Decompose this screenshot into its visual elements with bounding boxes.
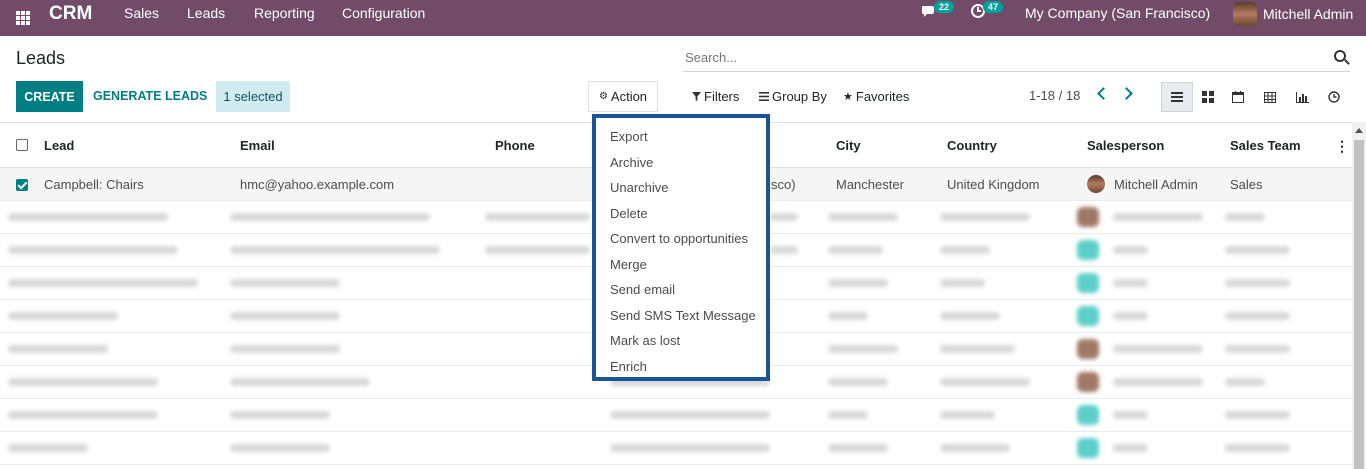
group-by-button[interactable]: Group By	[759, 89, 827, 104]
pager-value[interactable]: 1-18 / 18	[1029, 88, 1080, 103]
user-name: Mitchell Admin	[1263, 6, 1354, 22]
clock-icon	[1328, 91, 1340, 103]
menu-item-mark-lost[interactable]: Mark as lost	[610, 333, 680, 348]
calendar-view-button[interactable]	[1222, 82, 1254, 112]
sales-team-cell: Sales	[1230, 177, 1263, 192]
calendar-icon	[1232, 91, 1244, 103]
favorites-label: Favorites	[855, 89, 910, 104]
group-by-label: Group By	[772, 89, 827, 104]
filters-label: Filters	[704, 89, 740, 104]
column-header-lead[interactable]: Lead	[44, 138, 74, 153]
app-name[interactable]: CRM	[49, 3, 92, 25]
kanban-icon	[1202, 91, 1214, 103]
menu-item-delete[interactable]: Delete	[610, 206, 648, 221]
user-menu[interactable]: Mitchell Admin	[1233, 2, 1353, 26]
column-header-email[interactable]: Email	[240, 138, 275, 153]
messages-button[interactable]: 22	[921, 0, 955, 19]
menu-item-export[interactable]: Export	[610, 129, 648, 144]
page-title: Leads	[16, 48, 66, 68]
bars-icon	[759, 92, 769, 101]
column-header-sales-team[interactable]: Sales Team	[1230, 138, 1301, 153]
company-switcher[interactable]: My Company (San Francisco)	[1025, 5, 1210, 21]
activities-button[interactable]: 47	[970, 0, 1004, 19]
company-cell: sco)	[771, 177, 796, 192]
selection-count: 1 selected	[216, 81, 290, 112]
table-icon	[1264, 91, 1276, 103]
activity-view-button[interactable]	[1318, 82, 1350, 112]
action-label: Action	[610, 89, 648, 104]
scrollbar-thumb[interactable]	[1354, 140, 1364, 469]
column-header-salesperson[interactable]: Salesperson	[1087, 138, 1164, 153]
list-view-button[interactable]	[1161, 82, 1193, 112]
menu-item-archive[interactable]: Archive	[610, 155, 653, 170]
column-header-country[interactable]: Country	[947, 138, 997, 153]
generate-leads-button[interactable]: GENERATE LEADS	[93, 89, 207, 103]
menu-item-unarchive[interactable]: Unarchive	[610, 180, 669, 195]
column-header-phone[interactable]: Phone	[495, 138, 535, 153]
messages-count-badge: 22	[934, 0, 955, 13]
chevron-left-icon[interactable]	[1097, 87, 1110, 100]
gear-icon: ⚙	[598, 91, 608, 102]
search-input[interactable]	[683, 44, 1283, 70]
lead-cell: Campbell: Chairs	[44, 177, 144, 192]
star-icon: ★	[843, 91, 853, 103]
list-icon	[1171, 92, 1183, 102]
menu-leads[interactable]: Leads	[187, 5, 225, 21]
column-header-city[interactable]: City	[836, 138, 861, 153]
menu-item-convert[interactable]: Convert to opportunities	[610, 231, 748, 246]
graph-view-button[interactable]	[1286, 82, 1318, 112]
action-button[interactable]: ⚙ Action	[588, 81, 658, 112]
apps-menu-icon[interactable]	[16, 11, 30, 25]
menu-reporting[interactable]: Reporting	[254, 5, 315, 21]
action-dropdown-menu: Export Archive Unarchive Delete Convert …	[592, 114, 770, 381]
pivot-view-button[interactable]	[1254, 82, 1286, 112]
menu-item-enrich[interactable]: Enrich	[610, 359, 647, 374]
menu-item-send-sms[interactable]: Send SMS Text Message	[610, 308, 756, 323]
menu-item-merge[interactable]: Merge	[610, 257, 647, 272]
salesperson-avatar	[1087, 175, 1105, 193]
city-cell: Manchester	[836, 177, 904, 192]
table-row[interactable]	[0, 399, 1352, 432]
filter-icon	[692, 92, 701, 101]
chevron-right-icon[interactable]	[1120, 87, 1133, 100]
country-cell: United Kingdom	[947, 177, 1040, 192]
create-button[interactable]: CREATE	[16, 81, 83, 112]
favorites-button[interactable]: ★ Favorites	[843, 89, 909, 104]
bar-chart-icon	[1295, 91, 1309, 103]
kanban-view-button[interactable]	[1192, 82, 1224, 112]
search-icon[interactable]	[1334, 50, 1346, 62]
column-options-icon[interactable]: ⋮	[1335, 138, 1349, 155]
menu-item-send-email[interactable]: Send email	[610, 282, 675, 297]
table-row[interactable]	[0, 432, 1352, 465]
activities-count-badge: 47	[983, 0, 1004, 13]
top-navbar: CRM Sales Leads Reporting Configuration …	[0, 0, 1366, 36]
row-checkbox[interactable]	[16, 179, 28, 191]
user-avatar	[1233, 2, 1257, 26]
menu-configuration[interactable]: Configuration	[342, 5, 425, 21]
search-box	[683, 44, 1350, 72]
email-cell: hmc@yahoo.example.com	[240, 177, 395, 192]
scroll-up-icon[interactable]	[1355, 128, 1363, 133]
salesperson-cell: Mitchell Admin	[1114, 177, 1198, 192]
menu-sales[interactable]: Sales	[124, 5, 159, 21]
select-all-checkbox[interactable]	[16, 139, 28, 151]
filters-button[interactable]: Filters	[692, 89, 739, 104]
